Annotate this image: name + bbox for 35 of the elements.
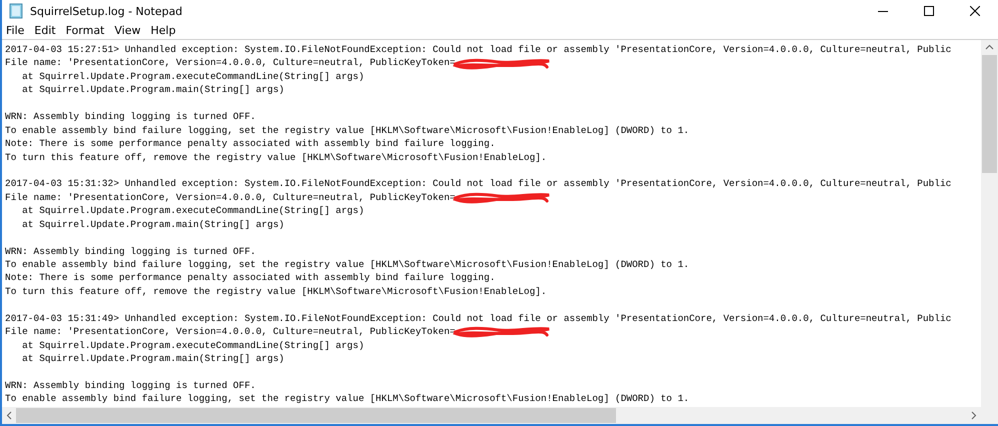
- menu-item[interactable]: Edit: [34, 24, 56, 37]
- vertical-scrollbar[interactable]: [981, 40, 998, 407]
- scrollbar-thumb[interactable]: [16, 408, 616, 423]
- log-line: WRN: Assembly binding logging is turned OFF.: [5, 378, 256, 392]
- menu-item[interactable]: View: [114, 24, 141, 37]
- log-line: File name: 'PresentationCore, Version=4.0.0.0, Culture=neutral, PublicKeyToken=: [5, 56, 456, 70]
- log-line: To turn this feature off, remove the registry value [HKLM\Software\Microsoft\Fusion!EnableLog].: [5, 284, 547, 298]
- log-line: To turn this feature off, remove the registry value [HKLM\Software\Microsoft\Fusion!EnableLog].: [5, 150, 547, 164]
- window-title: SquirrelSetup.log - Notepad: [30, 4, 182, 18]
- scrollbar-thumb[interactable]: [982, 55, 997, 173]
- log-line: To enable assembly bind failure logging, set the registry value [HKLM\Software\Microsoft\Fusion!EnableLog] (DWORD) to 1.: [5, 258, 690, 272]
- close-icon: [970, 6, 980, 16]
- log-line: at Squirrel.Update.Program.main(String[] args): [21, 352, 284, 366]
- log-line: at Squirrel.Update.Program.executeCommandLine(String[] args): [21, 70, 364, 84]
- log-line: Note: There is some performance penalty associated with assembly bind failure logging.: [5, 137, 496, 151]
- horizontal-scrollbar[interactable]: [2, 407, 981, 424]
- log-line: at Squirrel.Update.Program.main(String[] args): [21, 83, 284, 97]
- log-line: WRN: Assembly binding logging is turned OFF.: [5, 244, 256, 258]
- menu-item[interactable]: File: [6, 24, 24, 37]
- log-line: To enable assembly bind failure logging, set the registry value [HKLM\Software\Microsoft\Fusion!EnableLog] (DWORD) to 1.: [5, 392, 690, 406]
- notepad-icon: [8, 3, 24, 19]
- log-line: 2017-04-03 15:31:32> Unhandled exception: System.IO.FileNotFoundException: Could not load file or assembly 'PresentationCore, Version=4.0.0.0, Culture=neutral, Public: [5, 177, 952, 191]
- menu-item[interactable]: Help: [150, 24, 176, 37]
- log-line: WRN: Assembly binding logging is turned OFF.: [5, 110, 256, 124]
- log-line: File name: 'PresentationCore, Version=4.0.0.0, Culture=neutral, PublicKeyToken=: [5, 190, 456, 204]
- log-line: File name: 'PresentationCore, Version=4.0.0.0, Culture=neutral, PublicKeyToken=: [5, 325, 456, 339]
- menu-item[interactable]: Format: [66, 24, 104, 37]
- maximize-icon: [924, 6, 934, 16]
- log-line: To enable assembly bind failure logging, set the registry value [HKLM\Software\Microsoft\Fusion!EnableLog] (DWORD) to 1.: [5, 124, 690, 138]
- log-line: at Squirrel.Update.Program.executeCommandLine(String[] args): [21, 338, 364, 352]
- log-line: at Squirrel.Update.Program.executeCommandLine(String[] args): [21, 204, 364, 218]
- log-line: 2017-04-03 15:27:51> Unhandled exception: System.IO.FileNotFoundException: Could not load file or assembly 'PresentationCore, Version=4.0.0.0, Culture=neutral, Public: [5, 43, 952, 56]
- log-line: 2017-04-03 15:31:49> Unhandled exception: System.IO.FileNotFoundException: Could not load file or assembly 'PresentationCore, Version=4.0.0.0, Culture=neutral, Public: [5, 312, 952, 326]
- log-line: at Squirrel.Update.Program.main(String[] args): [21, 218, 284, 232]
- log-line: Note: There is some performance penalty associated with assembly bind failure logging.: [5, 271, 496, 285]
